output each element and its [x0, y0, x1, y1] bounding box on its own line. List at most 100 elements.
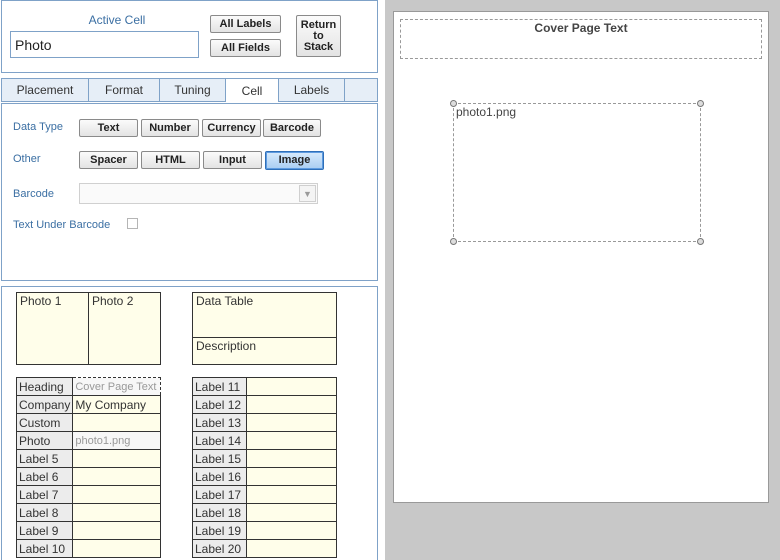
- label-value: [245, 449, 338, 468]
- preview-page: Cover Page Text photo1.png: [393, 11, 769, 503]
- field-value: [72, 485, 161, 504]
- label-value: [245, 467, 338, 486]
- label-value: [245, 503, 338, 522]
- field-name: Custom: [15, 413, 74, 432]
- table-row[interactable]: Label 6: [15, 467, 161, 486]
- table-row[interactable]: Heading Cover Page Text: [15, 377, 161, 396]
- resize-handle-top-left[interactable]: [450, 100, 457, 107]
- field-name: Company: [15, 395, 74, 414]
- text-under-barcode-label: Text Under Barcode: [13, 219, 111, 231]
- image-filename: photo1.png: [456, 105, 517, 119]
- tab-labels[interactable]: Labels: [279, 79, 345, 101]
- return-line-3: Stack: [303, 40, 334, 53]
- description-cell[interactable]: Description: [192, 337, 337, 365]
- field-name: Label 9: [15, 521, 74, 540]
- all-labels-button[interactable]: All Labels: [210, 15, 281, 33]
- table-row[interactable]: Label 15: [192, 449, 338, 468]
- label-name: Label 13: [192, 413, 247, 432]
- input-button[interactable]: Input: [203, 151, 262, 169]
- return-to-stack-button[interactable]: Return to Stack: [296, 15, 341, 57]
- other-label: Other: [13, 153, 41, 165]
- field-value: photo1.png: [72, 431, 161, 450]
- return-line-2: to: [313, 29, 324, 42]
- label-value: [245, 539, 338, 558]
- table-row[interactable]: Label 5: [15, 449, 161, 468]
- spacer-button[interactable]: Spacer: [79, 151, 138, 169]
- barcode-type-button[interactable]: Barcode: [263, 119, 321, 137]
- label-value: [245, 395, 338, 414]
- table-row[interactable]: Label 20: [192, 539, 338, 558]
- label-name: Label 11: [192, 377, 247, 396]
- active-cell-input[interactable]: [10, 31, 199, 58]
- html-button[interactable]: HTML: [141, 151, 200, 169]
- text-under-barcode-checkbox[interactable]: [127, 218, 138, 229]
- label-name: Label 19: [192, 521, 247, 540]
- field-value: [72, 449, 161, 468]
- table-row[interactable]: Label 16: [192, 467, 338, 486]
- resize-handle-bottom-right[interactable]: [697, 238, 704, 245]
- data-table-label: Data Table: [196, 294, 254, 308]
- field-name: Label 7: [15, 485, 74, 504]
- description-label: Description: [196, 339, 257, 353]
- resize-handle-top-right[interactable]: [697, 100, 704, 107]
- table-row[interactable]: Label 11: [192, 377, 338, 396]
- table-row[interactable]: Label 7: [15, 485, 161, 504]
- resize-handle-bottom-left[interactable]: [450, 238, 457, 245]
- label-name: Label 17: [192, 485, 247, 504]
- photo-2-cell[interactable]: Photo 2: [88, 292, 161, 365]
- table-row[interactable]: Label 17: [192, 485, 338, 504]
- photo-2-label: Photo 2: [92, 294, 134, 308]
- fields-table: Heading Cover Page Text Company My Compa…: [15, 377, 161, 558]
- field-value: [72, 521, 161, 540]
- table-row[interactable]: Company My Company: [15, 395, 161, 414]
- active-cell-panel: Active Cell All Labels All Fields Return…: [1, 0, 378, 73]
- table-row[interactable]: Label 10: [15, 539, 161, 558]
- label-name: Label 14: [192, 431, 247, 450]
- field-name: Label 8: [15, 503, 74, 522]
- table-row[interactable]: Label 13: [192, 413, 338, 432]
- table-row[interactable]: Custom: [15, 413, 161, 432]
- tab-cell[interactable]: Cell: [226, 79, 279, 102]
- number-type-button[interactable]: Number: [141, 119, 199, 137]
- table-row[interactable]: Label 14: [192, 431, 338, 450]
- photo-1-label: Photo 1: [20, 294, 62, 308]
- tab-tuning[interactable]: Tuning: [160, 79, 226, 101]
- tab-format[interactable]: Format: [89, 79, 160, 101]
- table-row[interactable]: Label 8: [15, 503, 161, 522]
- barcode-label: Barcode: [13, 188, 54, 200]
- table-row[interactable]: Label 19: [192, 521, 338, 540]
- label-value: [245, 485, 338, 504]
- cover-text-box[interactable]: Cover Page Text: [400, 19, 762, 59]
- field-value: [72, 503, 161, 522]
- image-button[interactable]: Image: [265, 151, 324, 170]
- label-value: [245, 377, 338, 396]
- table-row[interactable]: Label 12: [192, 395, 338, 414]
- field-value: Cover Page Text: [72, 377, 161, 396]
- barcode-select[interactable]: ▼: [79, 183, 318, 204]
- field-value: My Company: [72, 395, 161, 414]
- label-name: Label 20: [192, 539, 247, 558]
- field-value: [72, 467, 161, 486]
- table-row[interactable]: Photo photo1.png: [15, 431, 161, 450]
- field-name: Photo: [15, 431, 74, 450]
- field-name: Heading: [15, 377, 74, 396]
- image-box[interactable]: photo1.png: [453, 103, 701, 242]
- currency-type-button[interactable]: Currency: [202, 119, 261, 137]
- text-type-button[interactable]: Text: [79, 119, 138, 137]
- data-type-label: Data Type: [13, 121, 63, 133]
- all-fields-button[interactable]: All Fields: [210, 39, 281, 57]
- return-line-1: Return: [300, 18, 337, 31]
- table-row[interactable]: Label 9: [15, 521, 161, 540]
- chevron-down-icon: ▼: [299, 185, 316, 202]
- table-row[interactable]: Label 18: [192, 503, 338, 522]
- labels-table: Label 11 Label 12 Label 13 Label 14 Labe…: [192, 377, 338, 558]
- field-name: Label 6: [15, 467, 74, 486]
- data-table-cell[interactable]: Data Table: [192, 292, 337, 338]
- tab-bar: Placement Format Tuning Cell Labels: [1, 78, 378, 102]
- field-value: [72, 539, 161, 558]
- photo-1-cell[interactable]: Photo 1: [16, 292, 89, 365]
- cell-tab-panel: Data Type Text Number Currency Barcode O…: [1, 103, 378, 281]
- label-name: Label 12: [192, 395, 247, 414]
- tab-placement[interactable]: Placement: [2, 79, 89, 101]
- layout-panel: Photo 1 Photo 2 Data Table Description H…: [1, 286, 378, 560]
